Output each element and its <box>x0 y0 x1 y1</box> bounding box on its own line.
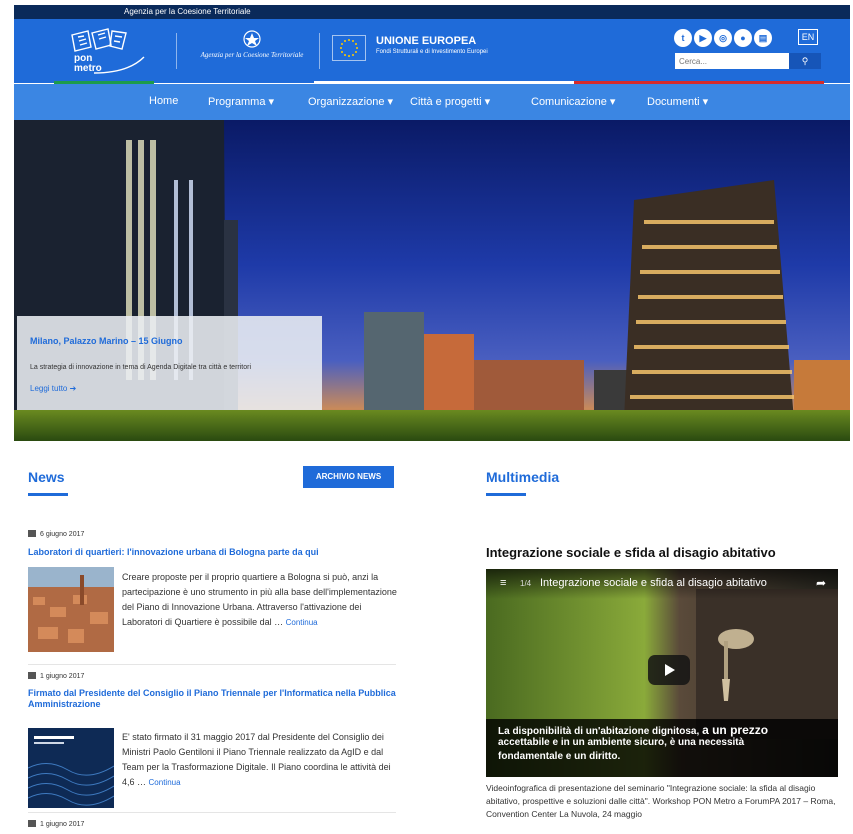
top-bar: Agenzia per la Coesione Territoriale <box>14 5 850 19</box>
news-section-title: News <box>28 469 65 485</box>
read-more-link[interactable]: Leggi tutto ➔ <box>30 384 76 393</box>
search-form: ⚲ <box>675 53 821 69</box>
nav-item-home[interactable]: Home <box>149 95 178 107</box>
news-title-link[interactable]: Firmato dal Presidente del Consiglio il … <box>28 688 398 710</box>
instagram-icon[interactable]: ◎ <box>714 29 732 47</box>
continue-link[interactable]: Continua <box>286 618 318 627</box>
news-title-link[interactable]: Laboratori di quartieri: l'innovazione u… <box>28 547 398 558</box>
continue-link[interactable]: Continua <box>149 778 181 787</box>
logo-text-metro: metro <box>74 63 102 74</box>
nav-item-documenti[interactable]: Documenti ▾ <box>647 95 708 108</box>
piano-triennale-thumbnail-image <box>27 728 115 808</box>
social-links: t ▶ ◎ ● ▤ <box>674 28 774 47</box>
hero-caption-title[interactable]: Milano, Palazzo Marino – 15 Giugno <box>30 336 183 346</box>
pon-metro-logo-icon: pon metro <box>71 28 145 74</box>
eu-title: UNIONE EUROPEA <box>376 35 477 47</box>
archive-news-button[interactable]: ARCHIVIO NEWS <box>303 466 394 488</box>
subtitle-line: fondamentale e un diritto. <box>498 751 621 762</box>
news-excerpt: Creare proposte per il proprio quartiere… <box>122 572 397 627</box>
calendar-icon <box>28 820 36 827</box>
playlist-icon[interactable]: ≡ <box>500 577 506 589</box>
pon-metro-logo[interactable]: pon metro <box>58 27 168 77</box>
multimedia-title-rule <box>486 493 526 496</box>
calendar-icon <box>28 672 36 679</box>
site-header: pon metro Agenzia per la Coesione Territ… <box>14 19 850 83</box>
search-input[interactable] <box>675 53 789 69</box>
video-description: Videoinfografica di presentazione del se… <box>486 783 836 819</box>
subtitle-line: La disponibilità di un'abitazione dignit… <box>498 723 769 737</box>
bologna-thumbnail-image <box>28 567 114 652</box>
play-button[interactable] <box>648 655 690 685</box>
agency-name: Agenzia per la Coesione Territoriale <box>200 51 304 59</box>
hero-caption: Milano, Palazzo Marino – 15 Giugno La st… <box>17 316 322 410</box>
search-icon: ⚲ <box>801 56 809 66</box>
subtitle-line: accettabile e in un ambiente sicuro, è u… <box>498 737 745 748</box>
agency-logo[interactable]: Agenzia per la Coesione Territoriale <box>192 29 312 59</box>
search-button[interactable]: ⚲ <box>789 53 821 69</box>
nav-item-citta-progetti[interactable]: Città e progetti ▾ <box>410 95 490 108</box>
flickr-icon[interactable]: ● <box>734 29 752 47</box>
eu-subtitle: Fondi Strutturali e di Investimento Euro… <box>376 49 488 55</box>
news-thumbnail[interactable] <box>28 567 114 652</box>
header-divider <box>176 33 177 69</box>
slideshare-icon[interactable]: ▤ <box>754 29 772 47</box>
news-separator <box>28 664 396 665</box>
twitter-icon[interactable]: t <box>674 29 692 47</box>
language-switch[interactable]: EN <box>798 29 818 45</box>
agency-link[interactable]: Agenzia per la Coesione Territoriale <box>124 7 251 16</box>
news-excerpt: E' stato firmato il 31 maggio 2017 dal P… <box>122 732 391 787</box>
playlist-counter: 1/4 <box>520 579 532 588</box>
multimedia-section-title: Multimedia <box>486 469 560 485</box>
republic-emblem-icon <box>243 30 261 48</box>
video-player[interactable]: ≡ 1/4 Integrazione sociale e sfida al di… <box>486 569 838 777</box>
eu-flag-icon <box>332 35 366 61</box>
news-date: 1 giugno 2017 <box>28 672 84 680</box>
news-thumbnail[interactable] <box>27 728 115 808</box>
news-date: 6 giugno 2017 <box>28 530 84 538</box>
news-title-rule <box>28 493 68 496</box>
news-date: 1 giugno 2017 <box>28 820 84 828</box>
share-icon[interactable]: ➦ <box>816 576 826 590</box>
nav-item-comunicazione[interactable]: Comunicazione ▾ <box>531 95 615 108</box>
play-icon <box>665 664 675 676</box>
nav-item-programma[interactable]: Programma ▾ <box>208 95 274 108</box>
youtube-icon[interactable]: ▶ <box>694 29 712 47</box>
nav-item-organizzazione[interactable]: Organizzazione ▾ <box>308 95 393 108</box>
header-divider <box>319 33 320 69</box>
calendar-icon <box>28 530 36 537</box>
main-nav: Home Programma ▾ Organizzazione ▾ Città … <box>14 84 850 120</box>
hero-caption-text: La strategia di innovazione in tema di A… <box>30 364 252 371</box>
player-title[interactable]: Integrazione sociale e sfida al disagio … <box>540 577 767 589</box>
video-title: Integrazione sociale e sfida al disagio … <box>486 545 776 560</box>
news-separator <box>28 812 396 813</box>
